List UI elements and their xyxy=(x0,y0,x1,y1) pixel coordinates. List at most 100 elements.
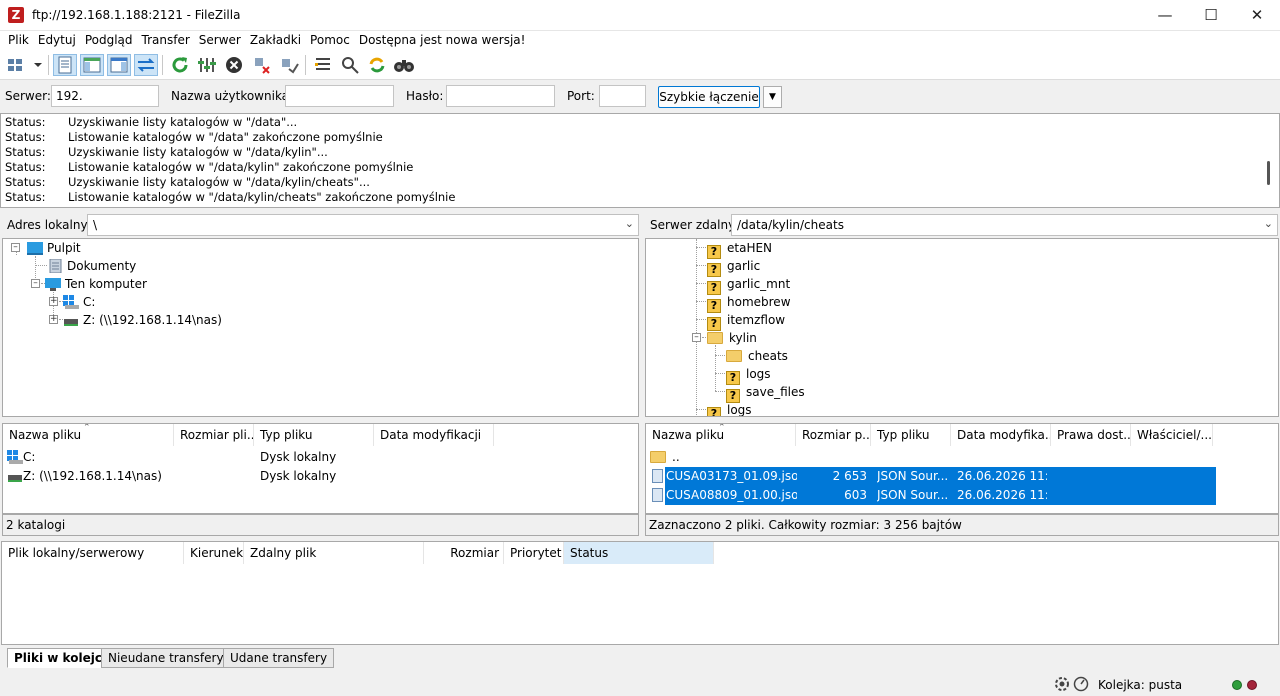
column-header-size[interactable]: Rozmiar xyxy=(424,542,504,564)
column-header-size[interactable]: Rozmiar p... xyxy=(796,424,871,446)
maximize-button[interactable]: ☐ xyxy=(1188,0,1234,31)
tree-item-documents[interactable]: Dokumenty xyxy=(47,257,136,275)
toggle-queue-button[interactable] xyxy=(134,54,158,76)
cancel-operation-button[interactable] xyxy=(222,54,246,76)
menu-edit[interactable]: Edytuj xyxy=(34,31,80,47)
remote-directory-tree[interactable]: – ? etaHEN ? garlic ? garlic_mnt ? homebrew … xyxy=(645,238,1279,417)
tree-item-remote-dir[interactable]: ? logs xyxy=(707,401,752,416)
collapse-toggle[interactable]: – xyxy=(692,333,701,342)
column-header-type[interactable]: Typ pliku xyxy=(871,424,951,446)
expand-toggle[interactable]: + xyxy=(49,297,58,306)
site-manager-button[interactable] xyxy=(5,54,43,76)
column-header-permissions[interactable]: Prawa dost... xyxy=(1051,424,1131,446)
cancel-icon xyxy=(226,57,242,73)
search-remote-button[interactable] xyxy=(392,54,416,76)
disconnect-button[interactable] xyxy=(250,54,274,76)
log-scrollbar[interactable] xyxy=(1267,161,1270,185)
table-row[interactable]: Z: (\\192.168.1.14\nas) Dysk lokalny xyxy=(7,467,627,486)
toggle-log-button[interactable] xyxy=(53,54,77,76)
log-line: Status: Listowanie katalogów w "/data/kyl… xyxy=(5,190,456,204)
password-input[interactable] xyxy=(446,85,555,107)
menu-new-version[interactable]: Dostępna jest nowa wersja! xyxy=(355,31,530,47)
local-address-label: Adres lokalny: xyxy=(7,218,91,232)
toggle-remote-tree-button[interactable] xyxy=(107,54,131,76)
quickconnect-bar: Serwer: 192. Nazwa użytkownika: Hasło: P… xyxy=(0,80,1280,113)
quickconnect-history-dropdown[interactable]: ▼ xyxy=(763,86,782,108)
tree-item-remote-dir[interactable]: ? garlic xyxy=(707,257,760,277)
gear-icon xyxy=(1055,677,1069,691)
remote-address-input[interactable]: /data/kylin/cheats ⌄ xyxy=(731,214,1278,236)
menu-help[interactable]: Pomoc xyxy=(306,31,354,47)
minimize-button[interactable]: — xyxy=(1142,0,1188,31)
tree-item-remote-dir-selected[interactable]: cheats xyxy=(726,347,788,365)
tab-successful-transfers[interactable]: Udane transfery xyxy=(223,648,335,668)
menu-file[interactable]: Plik xyxy=(4,31,33,47)
tree-item-remote-dir[interactable]: kylin xyxy=(707,329,757,347)
menu-bookmarks[interactable]: Zakładki xyxy=(246,31,305,47)
tree-item-drive-z[interactable]: Z: (\\192.168.1.14\nas) xyxy=(63,311,222,329)
transfer-queue[interactable]: Plik lokalny/serwerowy Kierunek Zdalny p… xyxy=(1,541,1279,645)
column-header-size[interactable]: Rozmiar pli... xyxy=(174,424,254,446)
message-log[interactable]: Status: Uzyskiwanie listy katalogów w "/d… xyxy=(0,113,1280,208)
username-input[interactable] xyxy=(285,85,394,107)
speed-limit-icon xyxy=(1073,676,1089,692)
column-header-remote-file[interactable]: Zdalny plik xyxy=(244,542,424,564)
server-input[interactable]: 192. xyxy=(51,85,159,107)
tree-item-remote-dir[interactable]: ? save_files xyxy=(726,383,805,403)
tree-item-desktop[interactable]: Pulpit xyxy=(27,239,81,257)
site-manager-icon xyxy=(8,59,42,71)
tab-failed-transfers[interactable]: Nieudane transfery xyxy=(101,648,231,668)
network-drive-icon xyxy=(64,319,78,326)
port-input[interactable] xyxy=(599,85,646,107)
reconnect-button[interactable] xyxy=(277,54,301,76)
column-header-priority[interactable]: Priorytet xyxy=(504,542,564,564)
remote-file-list[interactable]: Nazwa pliku ⌃ Rozmiar p... Typ pliku Data… xyxy=(645,423,1279,514)
collapse-toggle[interactable]: – xyxy=(11,243,20,252)
tree-item-this-pc[interactable]: Ten komputer xyxy=(45,275,147,293)
menu-server[interactable]: Serwer xyxy=(195,31,245,47)
table-row-selected[interactable]: CUSA03173_01.09.json 2 653 JSON Sour... … xyxy=(652,467,1216,486)
table-row[interactable]: C: Dysk lokalny xyxy=(7,448,627,467)
remote-tree-icon xyxy=(110,57,128,73)
table-row-parent[interactable]: .. xyxy=(650,448,1215,467)
column-header-local-remote-file[interactable]: Plik lokalny/serwerowy xyxy=(2,542,184,564)
column-header-filename[interactable]: Nazwa pliku ⌃ xyxy=(646,424,796,446)
directory-listing-filter-button[interactable] xyxy=(311,54,335,76)
tree-item-remote-dir[interactable]: ? garlic_mnt xyxy=(707,275,790,295)
compare-directories-button[interactable] xyxy=(338,54,362,76)
column-header-filename[interactable]: Nazwa pliku ⌃ xyxy=(3,424,174,446)
toggle-local-tree-button[interactable] xyxy=(80,54,104,76)
local-file-list[interactable]: Nazwa pliku ⌃ Rozmiar pli... Typ pliku Da… xyxy=(2,423,639,514)
close-button[interactable]: ✕ xyxy=(1234,0,1280,31)
quickconnect-button[interactable]: Szybkie łączenie xyxy=(658,86,760,108)
tree-item-remote-dir[interactable]: ? itemzflow xyxy=(707,311,785,331)
column-header-modified[interactable]: Data modyfikacji xyxy=(374,424,494,446)
json-file-icon xyxy=(652,469,663,483)
column-header-type[interactable]: Typ pliku xyxy=(254,424,374,446)
menu-bar: Plik Edytuj Podgląd Transfer Serwer Zakładki P… xyxy=(0,31,1280,51)
toolbar xyxy=(0,51,1280,80)
tree-item-drive-c[interactable]: C: xyxy=(63,293,95,311)
unknown-folder-icon: ? xyxy=(707,407,721,416)
menu-view[interactable]: Podgląd xyxy=(81,31,137,47)
server-label: Serwer: xyxy=(5,89,51,103)
refresh-button[interactable] xyxy=(168,54,192,76)
column-header-status[interactable]: Status xyxy=(564,542,714,564)
tree-item-remote-dir[interactable]: ? etaHEN xyxy=(707,239,772,259)
sync-browsing-button[interactable] xyxy=(365,54,389,76)
column-header-owner[interactable]: Właściciel/... xyxy=(1131,424,1213,446)
collapse-toggle[interactable]: – xyxy=(31,279,40,288)
tree-item-remote-dir[interactable]: ? logs xyxy=(726,365,771,385)
expand-toggle[interactable]: + xyxy=(49,315,58,324)
local-address-input[interactable]: \ ⌄ xyxy=(87,214,639,236)
menu-transfer[interactable]: Transfer xyxy=(138,31,194,47)
column-header-direction[interactable]: Kierunek xyxy=(184,542,244,564)
column-header-modified[interactable]: Data modyfika... xyxy=(951,424,1051,446)
log-line: Status: Uzyskiwanie listy katalogów w "/d… xyxy=(5,145,328,159)
chevron-down-icon: ⌄ xyxy=(1263,217,1273,230)
tree-item-remote-dir[interactable]: ? homebrew xyxy=(707,293,791,313)
table-row-selected[interactable]: CUSA08809_01.00.json 603 JSON Sour... 26… xyxy=(652,486,1216,505)
process-queue-button[interactable] xyxy=(195,54,219,76)
local-directory-tree[interactable]: – – + + Pulpit Dokumenty Ten komputer C:… xyxy=(2,238,639,417)
upload-indicator-icon xyxy=(1232,680,1242,690)
